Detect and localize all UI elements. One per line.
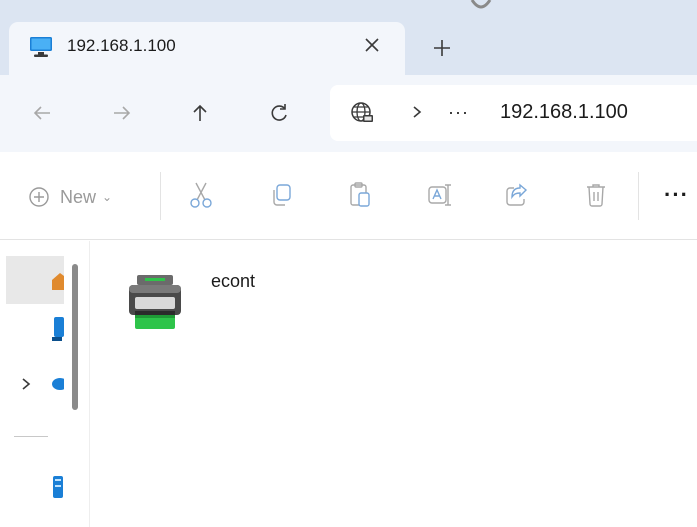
arrow-up-icon bbox=[193, 104, 207, 121]
cut-button[interactable] bbox=[186, 180, 216, 210]
navigation-bar: ··· 192.168.1.100 bbox=[0, 75, 697, 152]
new-button-label: New bbox=[60, 186, 97, 207]
printer-icon bbox=[129, 275, 181, 329]
command-bar: New ⌄ ··· bbox=[0, 152, 697, 240]
file-list: econt bbox=[91, 241, 697, 527]
copy-icon bbox=[273, 184, 291, 206]
item-label: econt bbox=[211, 271, 256, 291]
monitor-icon bbox=[30, 37, 52, 57]
tab-title: 192.168.1.100 bbox=[67, 36, 176, 55]
refresh-icon bbox=[271, 104, 287, 121]
rename-button[interactable] bbox=[425, 180, 455, 210]
list-item[interactable]: econt bbox=[127, 267, 307, 337]
divider bbox=[14, 436, 48, 437]
arrow-left-icon bbox=[33, 106, 50, 120]
chevron-down-icon: ⌄ bbox=[102, 190, 113, 204]
breadcrumb-current[interactable]: 192.168.1.100 bbox=[500, 101, 628, 124]
chevron-right-icon[interactable] bbox=[18, 375, 34, 393]
divider bbox=[638, 172, 639, 220]
more-options-button[interactable]: ··· bbox=[664, 184, 689, 206]
sidebar-item-home[interactable] bbox=[6, 256, 64, 304]
paste-icon bbox=[350, 182, 370, 207]
home-icon bbox=[52, 273, 64, 290]
arrow-right-icon bbox=[114, 106, 131, 120]
window-edge-arc bbox=[470, 0, 492, 9]
navigation-pane bbox=[0, 241, 90, 527]
tab-strip: 192.168.1.100 bbox=[0, 0, 697, 75]
address-bar[interactable]: ··· 192.168.1.100 bbox=[330, 85, 697, 141]
cut-icon bbox=[190, 182, 212, 208]
breadcrumb-overflow[interactable]: ··· bbox=[448, 102, 469, 123]
share-icon bbox=[506, 183, 528, 206]
delete-icon bbox=[587, 184, 605, 207]
plus-icon[interactable] bbox=[428, 34, 456, 62]
network-globe-icon bbox=[351, 102, 373, 122]
chevron-right-icon[interactable] bbox=[408, 101, 426, 123]
copy-button[interactable] bbox=[266, 180, 296, 210]
sidebar-scrollbar[interactable] bbox=[72, 264, 78, 410]
refresh-button[interactable] bbox=[263, 97, 295, 129]
paste-button[interactable] bbox=[345, 180, 375, 210]
plus-circle-icon bbox=[29, 187, 49, 207]
drive-icon[interactable] bbox=[52, 476, 64, 500]
desktop-icon[interactable] bbox=[50, 317, 64, 345]
tab-active[interactable]: 192.168.1.100 bbox=[9, 22, 405, 75]
new-button[interactable]: New ⌄ bbox=[28, 182, 112, 212]
rename-icon bbox=[428, 184, 451, 206]
close-icon[interactable] bbox=[359, 32, 385, 58]
divider bbox=[160, 172, 161, 220]
share-button[interactable] bbox=[502, 180, 532, 210]
delete-button[interactable] bbox=[581, 180, 611, 210]
forward-button[interactable] bbox=[106, 97, 138, 129]
back-button[interactable] bbox=[26, 97, 58, 129]
onedrive-icon[interactable] bbox=[50, 376, 64, 392]
up-button[interactable] bbox=[184, 97, 216, 129]
